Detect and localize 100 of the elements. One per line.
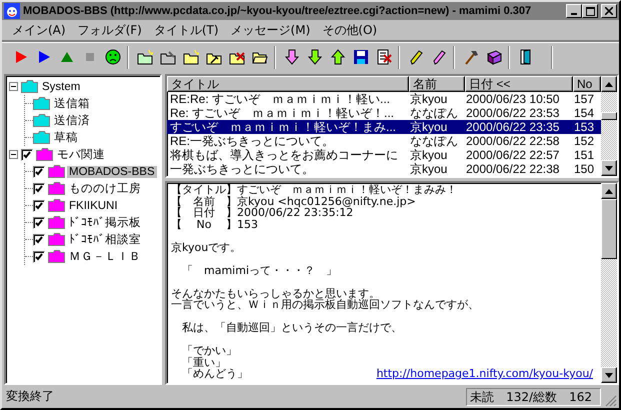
resize-grip-icon[interactable]	[605, 395, 617, 407]
table-cell-text: 2000/06/22 23:35	[465, 120, 560, 134]
checkbox[interactable]	[33, 182, 45, 194]
folder-icon	[48, 165, 65, 178]
header-line: 【 No 】153	[171, 218, 259, 230]
collapse-toggle[interactable]	[9, 150, 18, 159]
header-line: 【タイトル】すごいぞ ｍａｍｉｍｉ！軽いぞ！まみみ！	[171, 184, 458, 196]
table-cell-text: 2000/06/22 22:38	[465, 162, 560, 176]
new-folder-icon	[136, 49, 152, 65]
folder-icon	[36, 148, 53, 161]
folder-icon	[48, 216, 65, 229]
message-row[interactable]: 一発ぶちきっとについて。 京kyou 2000/06/22 22:38 150	[167, 162, 601, 176]
document-delete-icon	[376, 49, 392, 65]
hammer-icon	[462, 49, 478, 65]
scroll-down-button[interactable]	[601, 160, 617, 176]
folder-label[interactable]: FKIIKUNI	[67, 200, 120, 212]
body-text: 「重い」	[181, 356, 227, 368]
folder-edit-icon	[160, 49, 176, 65]
folder-label[interactable]: 送信箱	[52, 96, 92, 111]
checkbox[interactable]	[21, 148, 33, 160]
folder-label[interactable]: ﾄﾞｺﾓﾊﾞ掲示板	[67, 215, 143, 230]
checkbox[interactable]	[33, 250, 45, 262]
message-row[interactable]: RE:一発ぶちきっとについて。 ななぽん 2000/06/22 22:58 152	[167, 134, 601, 148]
table-cell-text: 将棋もば、導入きっとをお薦めコーナーに	[169, 148, 399, 162]
close-button[interactable]	[601, 4, 617, 18]
table-cell-text: 京kyou	[409, 120, 448, 134]
message-row[interactable]: Re: すごいぞ ｍａｍｉｍｉ！軽いぞ！... ななぽん 2000/06/22 23:53 154	[167, 106, 601, 120]
folder-label[interactable]: System	[40, 80, 82, 92]
maximize-button[interactable]	[582, 4, 598, 18]
body-text: 私は、「自動巡回」というその一言だけで、	[181, 322, 403, 334]
table-cell-text: 154	[573, 106, 596, 120]
down-arrow-icon	[306, 49, 322, 65]
down-arrow-icon	[605, 166, 613, 170]
column-header[interactable]: 名前	[409, 76, 465, 92]
body-text: そんなかたもいらっしゃるかと思います。	[171, 288, 381, 299]
body-text: 「でかい」	[181, 345, 238, 356]
table-cell-text: Re: すごいぞ ｍａｍｉｍｉ！軽いぞ！...	[169, 106, 396, 120]
scroll-thumb[interactable]	[601, 112, 617, 120]
folder-label[interactable]: もののけ工房	[67, 181, 143, 196]
checkbox[interactable]	[33, 234, 45, 246]
frown-face-icon	[104, 49, 120, 65]
message-row[interactable]: RE:Re: すごいぞ ｍａｍｉｍｉ！軽い... 京kyou 2000/06/23 10:50 157	[167, 92, 601, 106]
table-cell-text: 京kyou	[409, 148, 448, 162]
folder-icon	[48, 182, 65, 195]
scrollbar[interactable]	[601, 183, 617, 383]
up-arrow-icon	[330, 49, 346, 65]
menu-item[interactable]: その他(O)	[316, 22, 384, 38]
menu-item[interactable]: タイトル(T)	[148, 22, 225, 38]
folder-label[interactable]: ＭＧ－ＬＩＢ	[67, 249, 143, 264]
checkbox[interactable]	[33, 200, 45, 212]
body-text: 「 mamimiって・・・？ 」	[181, 264, 338, 276]
maximize-icon	[586, 6, 594, 16]
window-title: MOBADOS-BBS (http://www.pcdata.co.jp/~kyou-kyou/tree/eztree.cgi?action=new) - mamimi 0.307	[23, 5, 532, 17]
table-cell-text: 151	[573, 148, 596, 162]
column-header[interactable]: No	[573, 76, 601, 92]
folder-label[interactable]: 送信済	[52, 113, 92, 128]
folder-label[interactable]: 草稿	[52, 130, 80, 145]
folder-label[interactable]: MOBADOS-BBS	[67, 166, 157, 178]
scroll-thumb[interactable]	[601, 199, 617, 259]
folder-label[interactable]: ﾄﾞｺﾓﾊﾞ相談室	[67, 232, 143, 247]
app-icon	[4, 3, 20, 19]
table-cell-text: ななぽん	[409, 106, 459, 120]
checkmark-icon	[35, 168, 43, 176]
minus-icon	[11, 84, 16, 89]
table-cell-text: 157	[573, 92, 596, 106]
scroll-up-button[interactable]	[601, 76, 617, 92]
checkmark-icon	[35, 252, 43, 260]
checkbox[interactable]	[33, 166, 45, 178]
scrollbar[interactable]	[601, 76, 617, 176]
checkbox[interactable]	[33, 216, 45, 228]
checkmark-icon	[35, 236, 43, 244]
column-header[interactable]: タイトル	[167, 76, 409, 92]
table-cell-text: 152	[573, 134, 596, 148]
folder-label[interactable]: モバ関連	[55, 147, 107, 162]
message-row[interactable]: すごいぞ ｍａｍｉｍｉ！軽いぞ！まみ... 京kyou 2000/06/22 23:35 153	[167, 120, 601, 134]
collapse-toggle[interactable]	[9, 82, 18, 91]
column-header[interactable]: 日付 <<	[465, 76, 573, 92]
checkmark-icon	[35, 218, 43, 226]
pencil-icon	[430, 49, 446, 65]
menu-item[interactable]: メッセージ(M)	[224, 22, 316, 38]
folder-icon	[48, 250, 65, 263]
checkmark-icon	[35, 184, 43, 192]
up-arrow-icon	[605, 188, 613, 194]
table-cell-text: すごいぞ ｍａｍｉｍｉ！軽いぞ！まみ...	[169, 120, 398, 134]
table-cell-text: 京kyou	[409, 162, 448, 176]
menu-item[interactable]: フォルダ(F)	[72, 22, 148, 38]
homepage-link[interactable]: http://homepage1.nifty.com/kyou-kyou/	[376, 368, 593, 380]
table-cell-text: 2000/06/22 22:57	[465, 148, 560, 162]
scroll-down-button[interactable]	[601, 367, 617, 383]
minimize-button[interactable]	[566, 4, 582, 18]
table-cell-text: 153	[573, 120, 596, 134]
status-text: 変換終了	[6, 388, 55, 405]
table-cell-text: 150	[573, 162, 596, 176]
table-cell-text: 2000/06/22 23:53	[465, 106, 560, 120]
message-row[interactable]: 将棋もば、導入きっとをお薦めコーナーに 京kyou 2000/06/22 22:57 151	[167, 148, 601, 162]
scroll-up-button[interactable]	[601, 183, 617, 199]
down-arrow-icon	[284, 49, 300, 65]
unread-count: 未読 132/総数 162	[466, 388, 601, 406]
header-line: 【 名前 】京kyou <hqc01256@nifty.ne.jp>	[171, 196, 417, 207]
menu-item[interactable]: メイン(A)	[6, 22, 72, 38]
